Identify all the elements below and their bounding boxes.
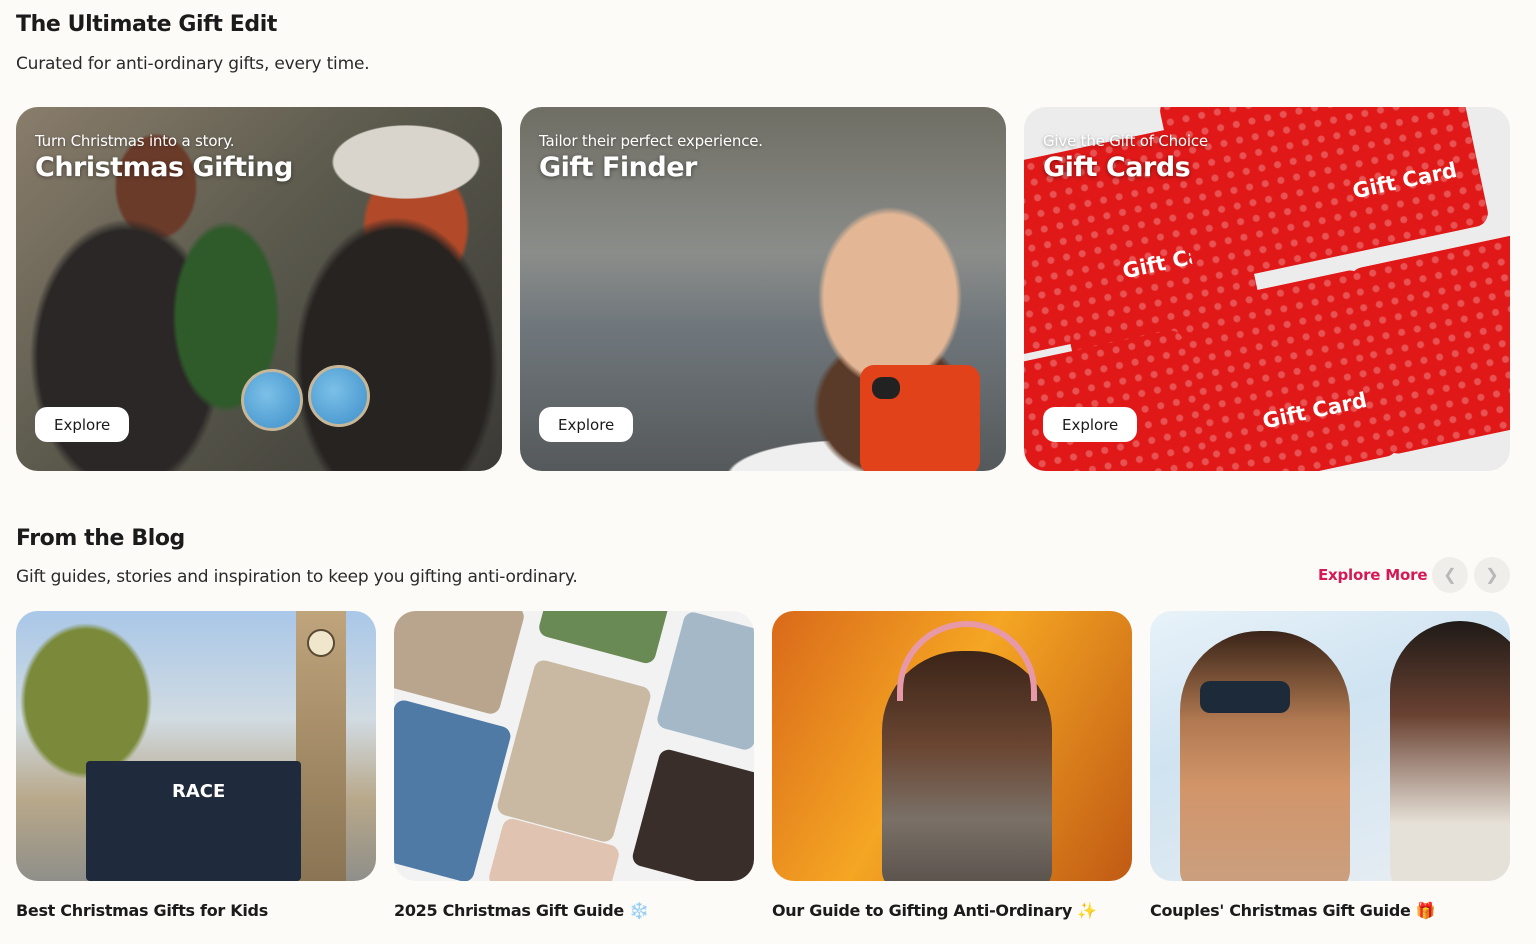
gift-finder-card[interactable]: Tailor their perfect experience. Gift Fi… — [520, 107, 1006, 471]
explore-button[interactable]: Explore — [35, 407, 130, 442]
explore-button[interactable]: Explore — [1043, 407, 1138, 442]
card-tagline: Give the Gift of Choice — [1043, 132, 1208, 150]
card-title: Gift Finder — [539, 152, 697, 183]
blog-post-image — [1150, 611, 1510, 881]
blog-subtitle: Gift guides, stories and inspiration to … — [16, 567, 578, 587]
chevron-left-icon[interactable]: ❮ — [1432, 557, 1468, 593]
blog-post-card[interactable]: RACE Best Christmas Gifts for Kids — [16, 611, 376, 920]
blog-post-title[interactable]: 2025 Christmas Gift Guide ❄️ — [394, 901, 754, 920]
blog-post-image — [394, 611, 754, 881]
gift-icon: 🎁 — [1415, 901, 1436, 920]
blog-title: From the Blog — [16, 526, 185, 551]
phone-image — [860, 365, 980, 471]
ornament-image — [308, 365, 370, 427]
card-title: Christmas Gifting — [35, 152, 293, 183]
blog-post-image: RACE — [16, 611, 376, 881]
sparkles-icon: ✨ — [1077, 901, 1097, 920]
gift-cards-card[interactable]: Gift Card Gift Card Gift Card Give the G… — [1024, 107, 1510, 471]
blog-post-title[interactable]: Couples' Christmas Gift Guide 🎁 — [1150, 901, 1510, 920]
blog-post-card[interactable]: Our Guide to Gifting Anti-Ordinary ✨ — [772, 611, 1132, 920]
blog-post-card[interactable]: 2025 Christmas Gift Guide ❄️ — [394, 611, 754, 920]
gift-edit-subtitle: Curated for anti-ordinary gifts, every t… — [16, 54, 370, 74]
blog-post-title[interactable]: Best Christmas Gifts for Kids — [16, 901, 376, 920]
explore-button[interactable]: Explore — [539, 407, 634, 442]
christmas-gifting-card[interactable]: Turn Christmas into a story. Christmas G… — [16, 107, 502, 471]
chevron-right-icon[interactable]: ❯ — [1474, 557, 1510, 593]
gift-edit-title: The Ultimate Gift Edit — [16, 12, 277, 37]
blog-post-card[interactable]: Couples' Christmas Gift Guide 🎁 — [1150, 611, 1510, 920]
explore-more-link[interactable]: Explore More — [1318, 566, 1428, 584]
blog-post-image — [772, 611, 1132, 881]
card-title: Gift Cards — [1043, 152, 1191, 183]
card-tagline: Turn Christmas into a story. — [35, 132, 235, 150]
snowflake-icon: ❄️ — [629, 901, 649, 920]
ornament-image — [241, 369, 303, 431]
blog-post-title[interactable]: Our Guide to Gifting Anti-Ordinary ✨ — [772, 901, 1132, 920]
card-tagline: Tailor their perfect experience. — [539, 132, 763, 150]
